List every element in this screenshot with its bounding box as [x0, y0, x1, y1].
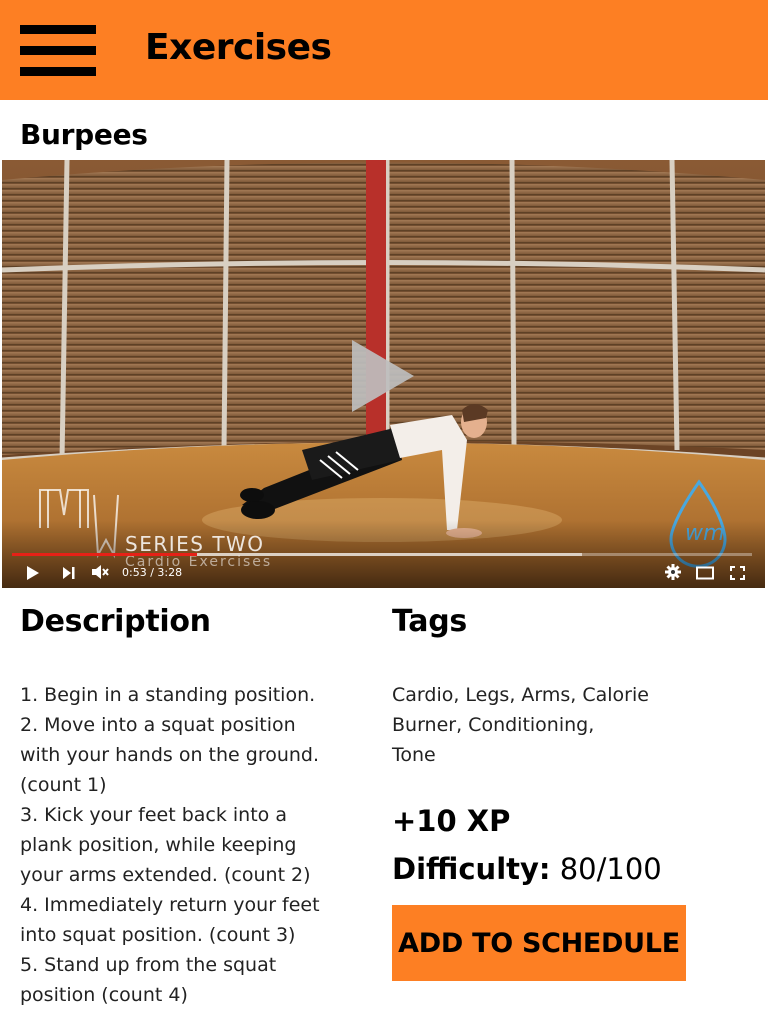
fullscreen-icon[interactable]	[730, 565, 745, 584]
hamburger-menu-icon[interactable]	[20, 25, 96, 77]
settings-gear-icon[interactable]	[665, 564, 681, 584]
video-time-readout: 0:53 / 3:28	[122, 566, 183, 579]
description-line: your arms extended. (count 2)	[20, 864, 311, 886]
play-video-button[interactable]	[352, 340, 414, 412]
description-line: into squat position. (count 3)	[20, 924, 296, 946]
description-text: 1. Begin in a standing position. 2. Move…	[20, 680, 340, 1010]
tags-line: Cardio, Legs, Arms, Calorie	[392, 684, 649, 706]
tags-line: Tone	[392, 744, 436, 766]
add-to-schedule-button[interactable]: ADD TO SCHEDULE	[392, 905, 686, 981]
video-played-bar	[12, 553, 197, 556]
description-line: 4. Immediately return your feet	[20, 894, 320, 916]
tags-line: Burner, Conditioning,	[392, 714, 595, 736]
description-line: 3. Kick your feet back into a	[20, 804, 287, 826]
xp-reward: +10 XP	[392, 804, 511, 838]
next-icon[interactable]	[62, 565, 76, 584]
page-title: Exercises	[145, 27, 332, 68]
volume-icon[interactable]	[91, 564, 109, 584]
exercise-name: Burpees	[20, 118, 148, 151]
tags-list: Cardio, Legs, Arms, Calorie Burner, Cond…	[392, 680, 752, 770]
difficulty-label: Difficulty:	[392, 852, 551, 886]
description-line: 2. Move into a squat position	[20, 714, 296, 736]
difficulty-value: 80/100	[559, 852, 662, 886]
description-line: position (count 4)	[20, 984, 188, 1006]
app-header: Exercises	[0, 0, 768, 100]
theater-mode-icon[interactable]	[696, 565, 714, 584]
play-icon[interactable]	[26, 565, 40, 584]
video-progress-bar[interactable]	[12, 553, 752, 556]
difficulty-rating: Difficulty: 80/100	[392, 852, 662, 886]
tags-heading: Tags	[392, 604, 467, 639]
description-line: (count 1)	[20, 774, 107, 796]
description-heading: Description	[20, 604, 211, 639]
description-line: with your hands on the ground.	[20, 744, 320, 766]
description-line: plank position, while keeping	[20, 834, 297, 856]
description-line: 1. Begin in a standing position.	[20, 684, 316, 706]
description-line: 5. Stand up from the squat	[20, 954, 277, 976]
